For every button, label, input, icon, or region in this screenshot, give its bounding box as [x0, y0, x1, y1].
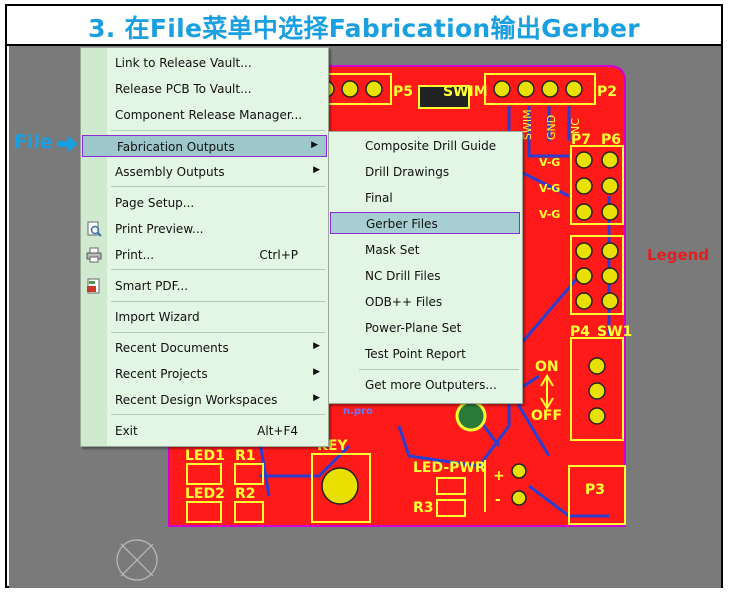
menu-separator [111, 269, 325, 270]
menu-item-page-setup[interactable]: Page Setup... [81, 192, 328, 214]
pcb-label-pro: n.pro [343, 406, 373, 417]
submenu-item-label: Test Point Report [365, 347, 466, 361]
submenu-item-label: Power-Plane Set [365, 321, 462, 335]
pcb-label-r1: R1 [235, 448, 256, 464]
pcb-label-r3: R3 [413, 500, 434, 516]
menu-item-link-to-release-vault[interactable]: Link to Release Vault... [81, 52, 328, 74]
menu-separator [111, 301, 325, 302]
menu-item-recent-documents[interactable]: Recent Documents ▶ [81, 337, 328, 359]
submenu-item-final[interactable]: Final [357, 187, 521, 209]
submenu-item-test-point-report[interactable]: Test Point Report [357, 343, 521, 365]
menu-item-print-preview[interactable]: Print Preview... [81, 218, 328, 240]
pcb-label-sw1: SW1 [597, 324, 632, 340]
menu-item-recent-projects[interactable]: Recent Projects ▶ [81, 363, 328, 385]
pcb-label-v2: V-G [539, 182, 560, 195]
pcb-label-nc: NC [569, 118, 582, 134]
menu-item-label: Recent Documents [115, 341, 229, 355]
menu-item-release-pcb-to-vault[interactable]: Release PCB To Vault... [81, 78, 328, 100]
pcb-label-led-pwr: LED-PWR [413, 460, 486, 476]
pcb-label-minus: - [495, 492, 501, 508]
pcb-label-gnd: GND [545, 115, 558, 140]
pcb-label-led1: LED1 [185, 448, 225, 464]
submenu-item-drill-drawings[interactable]: Drill Drawings [357, 161, 521, 183]
submenu-arrow-icon: ▶ [313, 367, 320, 377]
menu-item-label: Exit [115, 424, 138, 438]
title-bar: 3. 在File菜单中选择Fabrication输出Gerber [7, 6, 721, 46]
printer-icon [86, 247, 102, 263]
menu-item-label: Link to Release Vault... [115, 56, 252, 70]
pcb-label-led2: LED2 [185, 486, 225, 502]
pcb-label-swim: SWIM [443, 84, 488, 100]
menu-item-fabrication-outputs[interactable]: Fabrication Outputs ▶ [82, 135, 327, 157]
submenu-item-power-plane-set[interactable]: Power-Plane Set [357, 317, 521, 339]
menu-item-shortcut: Ctrl+P [259, 248, 298, 262]
menu-item-component-release-manager[interactable]: Component Release Manager... [81, 104, 328, 126]
submenu-item-label: NC Drill Files [365, 269, 441, 283]
pcb-label-p4: P4 [570, 324, 590, 340]
pcb-label-p6: P6 [601, 132, 621, 148]
pcb-label-p2: P2 [597, 84, 617, 100]
pcb-label-r2: R2 [235, 486, 256, 502]
submenu-item-nc-drill-files[interactable]: NC Drill Files [357, 265, 521, 287]
pcb-label-v1: V-G [539, 156, 560, 169]
print-preview-icon [87, 221, 102, 237]
menu-separator [111, 414, 325, 415]
menu-item-label: Print Preview... [115, 222, 204, 236]
menu-item-assembly-outputs[interactable]: Assembly Outputs ▶ [81, 161, 328, 183]
menu-separator [111, 186, 325, 187]
menu-item-label: Fabrication Outputs [117, 140, 235, 154]
arrow-right-icon [57, 136, 78, 152]
menu-separator [111, 332, 325, 333]
menu-separator [359, 369, 519, 370]
menu-item-label: Page Setup... [115, 196, 195, 210]
menu-item-label: Import Wizard [115, 310, 200, 324]
menu-item-exit[interactable]: Exit Alt+F4 [81, 420, 328, 442]
legend-annotation: Legend [647, 246, 710, 264]
submenu-item-label: ODB++ Files [365, 295, 443, 309]
submenu-item-composite-drill-guide[interactable]: Composite Drill Guide [357, 135, 521, 157]
submenu-arrow-icon: ▶ [311, 140, 318, 150]
pdf-icon [87, 278, 100, 294]
page-title: 3. 在File菜单中选择Fabrication输出Gerber [88, 14, 640, 43]
fabrication-outputs-submenu: Composite Drill Guide Drill Drawings Fin… [328, 131, 523, 404]
menu-item-label: Component Release Manager... [115, 108, 303, 122]
submenu-item-get-more-outputers[interactable]: Get more Outputers... [357, 374, 521, 396]
pcb-label-v3: V-G [539, 208, 560, 221]
menu-item-recent-design-workspaces[interactable]: Recent Design Workspaces ▶ [81, 389, 328, 411]
submenu-item-label: Drill Drawings [365, 165, 450, 179]
submenu-item-label: Get more Outputers... [365, 378, 497, 392]
menu-item-label: Smart PDF... [115, 279, 189, 293]
menu-item-smart-pdf[interactable]: Smart PDF... [81, 275, 328, 297]
submenu-item-label: Mask Set [365, 243, 420, 257]
menu-item-label: Recent Projects [115, 367, 208, 381]
submenu-arrow-icon: ▶ [313, 341, 320, 351]
file-annotation: File [14, 131, 53, 153]
pcb-label-off: OFF [531, 408, 562, 424]
submenu-arrow-icon: ▶ [313, 165, 320, 175]
menu-item-label: Print... [115, 248, 155, 262]
submenu-item-label: Gerber Files [366, 217, 438, 231]
submenu-item-mask-set[interactable]: Mask Set [357, 239, 521, 261]
menu-item-label: Release PCB To Vault... [115, 82, 252, 96]
pcb-label-on: ON [535, 359, 559, 375]
menu-item-print[interactable]: Print... Ctrl+P [81, 244, 328, 266]
submenu-item-odb-files[interactable]: ODB++ Files [357, 291, 521, 313]
submenu-item-label: Final [365, 191, 393, 205]
submenu-arrow-icon: ▶ [313, 393, 320, 403]
pcb-label-p5: P5 [393, 84, 413, 100]
menu-item-import-wizard[interactable]: Import Wizard [81, 306, 328, 328]
submenu-item-label: Composite Drill Guide [365, 139, 497, 153]
menu-separator [111, 130, 325, 131]
menu-item-label: Recent Design Workspaces [115, 393, 278, 407]
submenu-item-gerber-files[interactable]: Gerber Files [330, 212, 520, 234]
pcb-label-p3: P3 [585, 482, 605, 498]
pcb-label-plus: + [493, 468, 505, 484]
file-menu: Link to Release Vault... Release PCB To … [80, 47, 329, 447]
menu-item-shortcut: Alt+F4 [257, 424, 298, 438]
menu-item-label: Assembly Outputs [115, 165, 225, 179]
